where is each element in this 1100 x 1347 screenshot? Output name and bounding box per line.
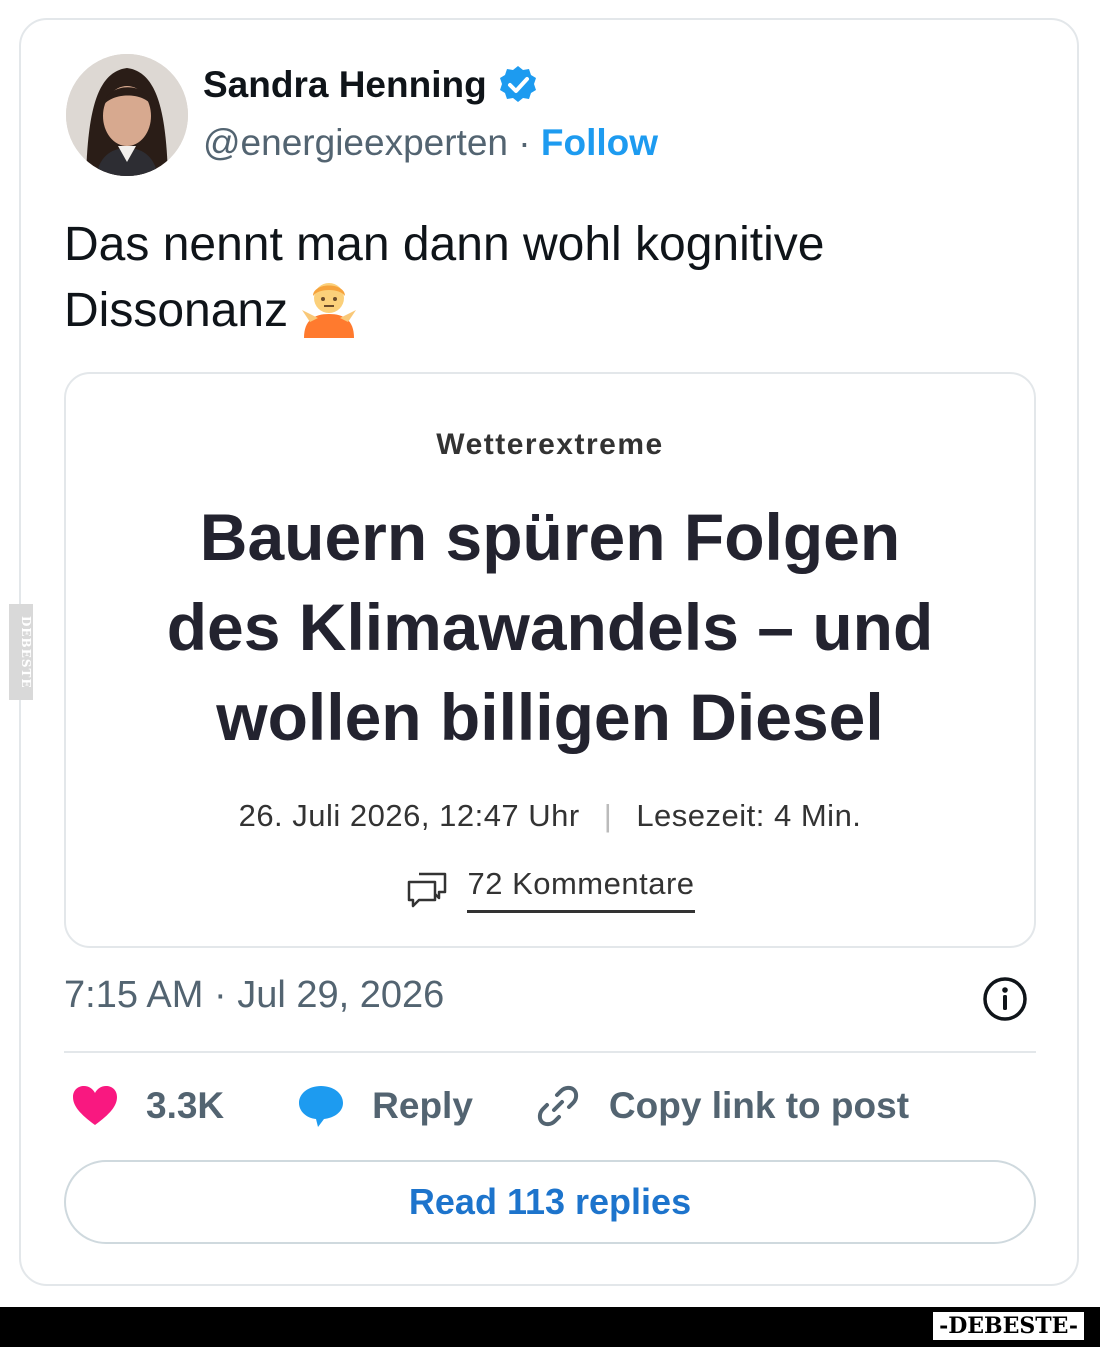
like-count: 3.3K xyxy=(146,1085,225,1126)
article-headline: Bauern spüren Folgen des Klimawandels – … xyxy=(96,492,1004,762)
heart-icon xyxy=(73,1086,117,1125)
tweet-text: Das nennt man dann wohl kognitive Disson… xyxy=(64,214,1024,342)
copy-link-label: Copy link to post xyxy=(608,1085,910,1126)
tweet-text-content: Das nennt man dann wohl kognitive Disson… xyxy=(64,218,825,337)
footer-logo: -DEBESTE- xyxy=(933,1312,1084,1340)
separator-dot: · xyxy=(518,122,531,163)
verified-badge-icon xyxy=(499,66,536,102)
headline-line: Bauern spüren Folgen xyxy=(199,500,901,574)
like-button[interactable]: 3.3K xyxy=(70,1081,224,1131)
reply-bubble-icon xyxy=(299,1086,344,1127)
follow-button[interactable]: Follow xyxy=(541,122,658,163)
author-name[interactable]: Sandra Henning xyxy=(203,64,539,106)
comments-icon xyxy=(408,872,447,907)
copy-link-button[interactable]: Copy link to post xyxy=(533,1081,909,1131)
shrug-emoji-icon xyxy=(302,283,357,338)
read-replies-button[interactable]: Read 113 replies xyxy=(64,1160,1036,1244)
handle-row: @energieexperten · Follow xyxy=(203,122,658,164)
author-name-text[interactable]: Sandra Henning xyxy=(203,64,487,106)
headline-line: wollen billigen Diesel xyxy=(216,680,884,754)
reply-button[interactable]: Reply xyxy=(296,1081,473,1131)
tweet-actions: 3.3K Reply Copy link to post xyxy=(70,1078,909,1134)
divider xyxy=(64,1051,1036,1053)
info-icon[interactable] xyxy=(982,976,1028,1022)
reading-time: Lesezeit: 4 Min. xyxy=(636,798,862,833)
link-icon xyxy=(537,1085,579,1127)
footer-bar: -DEBESTE- xyxy=(0,1307,1100,1347)
reply-label: Reply xyxy=(372,1085,473,1126)
linked-article-card[interactable]: Wetterextreme Bauern spüren Folgen des K… xyxy=(64,372,1036,948)
article-kicker: Wetterextreme xyxy=(436,428,664,461)
tweet-timestamp[interactable]: 7:15 AM · Jul 29, 2026 xyxy=(64,974,444,1017)
headline-line: des Klimawandels – und xyxy=(166,590,934,664)
meta-separator: | xyxy=(603,798,613,833)
avatar[interactable] xyxy=(66,54,188,176)
comments-label[interactable]: 72 Kommentare xyxy=(467,866,695,913)
comments-link[interactable]: 72 Kommentare xyxy=(66,866,1034,913)
side-watermark: DEBESTE xyxy=(9,604,33,700)
author-handle[interactable]: @energieexperten xyxy=(203,122,508,163)
article-date: 26. Juli 2026, 12:47 Uhr xyxy=(238,798,580,833)
article-meta: 26. Juli 2026, 12:47 Uhr | Lesezeit: 4 Min… xyxy=(66,798,1034,834)
